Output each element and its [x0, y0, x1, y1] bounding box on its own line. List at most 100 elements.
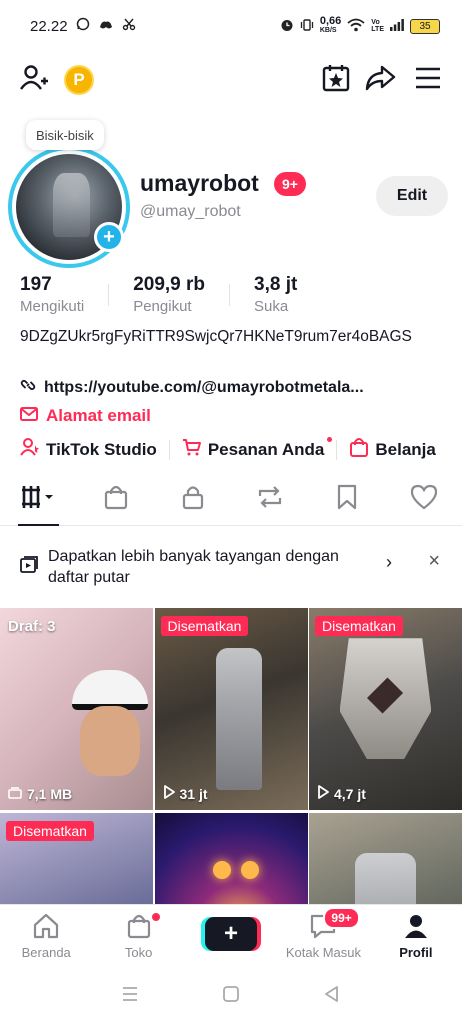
video-meta: 4,7 jt — [317, 785, 366, 802]
volte-icon: Vo LTE — [371, 19, 384, 33]
net-speed: 0,66 KB/S — [319, 15, 342, 35]
inbox-badge: 99+ — [323, 907, 360, 929]
shortcut-shop[interactable]: Belanja — [349, 437, 436, 462]
stat-likes[interactable]: 3,8 jt Suka — [254, 274, 297, 315]
battery-icon: 35 — [410, 18, 440, 34]
pinned-badge: Disematkan — [160, 616, 249, 636]
share-icon[interactable] — [362, 58, 398, 98]
thumbnail-art — [80, 706, 140, 776]
thumbnail-art — [215, 648, 262, 790]
email-link[interactable]: Alamat email — [20, 406, 151, 426]
play-icon — [317, 785, 329, 802]
video-meta: 31 jt — [163, 785, 208, 802]
lock-icon — [181, 484, 205, 515]
email-label: Alamat email — [46, 406, 151, 425]
video-grid: Draf: 3 7,1 MB Disematkan 31 jt Disematk… — [0, 608, 462, 908]
name-badge[interactable]: 9+ — [274, 172, 306, 196]
status-bar: 22.22 0,66 KB/S Vo LTE 35 — [0, 0, 462, 52]
heart-icon — [410, 484, 438, 515]
whatsapp-icon — [76, 17, 90, 35]
create-plus-icon[interactable]: + — [205, 917, 258, 951]
video-thumbnail[interactable]: Disematkan — [0, 813, 153, 908]
home-icon — [32, 913, 60, 942]
profile-link[interactable]: https://youtube.com/@umayrobotmetala... — [20, 377, 364, 398]
divider — [168, 439, 170, 460]
vibrate-icon — [300, 18, 314, 35]
system-nav-bar — [0, 968, 462, 1024]
play-icon — [163, 785, 175, 802]
scissors-icon — [122, 17, 136, 35]
nav-create[interactable]: + — [185, 905, 277, 968]
recents-icon[interactable] — [121, 986, 139, 1007]
shortcut-row: TikTok Studio Pesanan Anda Belanja — [20, 437, 436, 462]
game-icon — [98, 18, 114, 35]
profile-icon — [402, 913, 430, 942]
tab-private[interactable] — [154, 474, 231, 525]
alarm-icon — [280, 18, 294, 35]
tab-reposts[interactable] — [231, 474, 308, 525]
profile-top-bar: P — [0, 58, 462, 104]
video-thumbnail[interactable] — [154, 813, 308, 908]
nav-home[interactable]: Beranda — [0, 905, 92, 968]
stat-following[interactable]: 197 Mengikuti — [20, 274, 84, 315]
menu-icon[interactable] — [410, 58, 446, 98]
pinned-badge: Disematkan — [315, 616, 403, 636]
coins-icon[interactable]: P — [64, 65, 94, 95]
thumbnail-art — [339, 638, 432, 760]
bio-text: 9DZgZUkr5rgFyRiTTR9SwjcQr7HKNeT9rum7er4o… — [20, 328, 412, 345]
nav-shop[interactable]: Toko — [92, 905, 184, 968]
draft-label: Draf: 3 — [8, 618, 56, 635]
signal-icon — [390, 18, 404, 34]
profile-stats: 197 Mengikuti 209,9 rb Pengikut 3,8 jt S… — [20, 274, 297, 315]
storage-icon — [8, 786, 22, 802]
bookmark-icon — [336, 484, 358, 515]
repost-icon — [256, 484, 284, 515]
notification-dot — [327, 437, 333, 442]
video-meta: 7,1 MB — [8, 786, 72, 802]
calendar-star-icon[interactable] — [318, 58, 354, 98]
home-button-icon[interactable] — [222, 985, 240, 1008]
close-icon[interactable]: × — [428, 550, 440, 573]
divider — [336, 439, 338, 460]
pinned-badge: Disematkan — [6, 821, 94, 841]
video-thumbnail[interactable]: Disematkan 31 jt — [154, 608, 308, 810]
tab-shop[interactable] — [77, 474, 154, 525]
video-thumbnail[interactable]: Disematkan 4,7 jt — [309, 608, 462, 810]
shop-bag-icon — [125, 913, 153, 942]
divider — [229, 284, 231, 306]
profile-link-text: https://youtube.com/@umayrobotmetala... — [44, 378, 364, 396]
mail-icon — [20, 406, 38, 426]
tab-favorites[interactable] — [308, 474, 385, 525]
playlist-banner[interactable]: Dapatkan lebih banyak tayangan dengan da… — [0, 536, 462, 598]
notification-dot — [152, 913, 161, 921]
wifi-icon — [347, 18, 365, 35]
thumbnail-art — [72, 670, 148, 710]
studio-icon — [20, 437, 40, 462]
thumbnail-art — [354, 853, 417, 908]
tab-videos[interactable] — [0, 474, 77, 526]
bottom-nav: Beranda Toko + 99+ Kotak Masuk Profil — [0, 904, 462, 968]
status-time: 22.22 — [30, 17, 68, 35]
nav-profile[interactable]: Profil — [370, 905, 462, 968]
nav-inbox[interactable]: 99+ Kotak Masuk — [277, 905, 369, 968]
tab-liked[interactable] — [385, 474, 462, 525]
shortcut-orders[interactable]: Pesanan Anda — [182, 437, 333, 462]
stat-followers[interactable]: 209,9 rb Pengikut — [133, 274, 205, 315]
username: umayrobot — [140, 170, 259, 196]
banner-text: Dapatkan lebih banyak tayangan dengan da… — [48, 548, 339, 586]
shopping-bag-icon — [103, 484, 129, 515]
link-icon — [20, 377, 36, 398]
edit-profile-button[interactable]: Edit — [376, 176, 448, 216]
shopping-bag-icon — [349, 437, 369, 462]
video-thumbnail-draft[interactable]: Draf: 3 7,1 MB — [0, 608, 153, 810]
note-bubble[interactable]: Bisik-bisik — [26, 120, 104, 150]
chevron-right-icon[interactable]: › — [386, 552, 392, 573]
back-icon[interactable] — [323, 985, 341, 1008]
add-story-icon[interactable]: + — [94, 222, 124, 252]
add-friend-icon[interactable] — [16, 58, 52, 98]
divider — [108, 284, 110, 306]
user-handle: @umay_robot — [140, 203, 241, 220]
cart-icon — [182, 437, 202, 462]
shortcut-tiktok-studio[interactable]: TikTok Studio — [20, 437, 157, 462]
video-thumbnail[interactable] — [309, 813, 462, 908]
